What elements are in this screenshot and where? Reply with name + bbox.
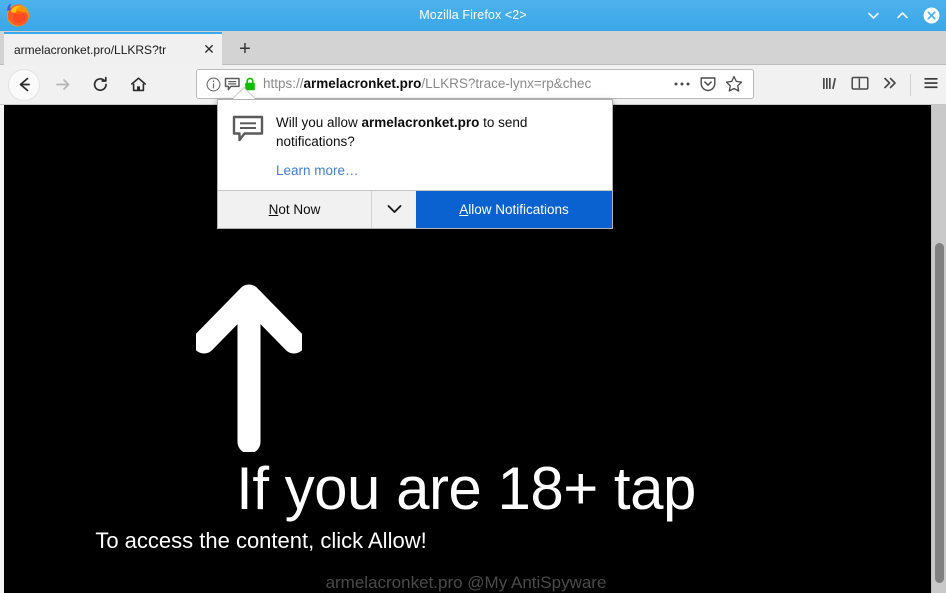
window-controls xyxy=(865,0,940,31)
scrollbar-thumb[interactable] xyxy=(935,243,944,583)
url-path: /LLKRS?trace-lynx=rp&chec xyxy=(421,76,592,91)
library-button[interactable] xyxy=(815,70,845,100)
ellipsis-icon[interactable] xyxy=(669,72,695,96)
up-arrow-icon xyxy=(192,280,306,454)
chevron-double-right-icon xyxy=(880,73,900,98)
not-now-button[interactable]: Not Now xyxy=(218,191,371,228)
forward-arrow-icon xyxy=(53,75,72,94)
url-bar[interactable]: https://armelacronket.pro/LLKRS?trace-ly… xyxy=(196,69,754,99)
chevron-down-icon xyxy=(387,201,402,219)
sidebar-button[interactable] xyxy=(845,70,875,100)
home-icon xyxy=(129,75,148,94)
doorhanger-body: Will you allow armelacronket.pro to send… xyxy=(218,100,612,190)
firefox-window: Mozilla Firefox <2> armelacronket.pro/LL… xyxy=(0,0,946,593)
url-text: https://armelacronket.pro/LLKRS?trace-ly… xyxy=(263,75,669,93)
page-subline: To access the content, click Allow! xyxy=(95,528,427,553)
home-button[interactable] xyxy=(122,69,154,101)
hamburger-menu-icon xyxy=(921,73,941,98)
permission-question: Will you allow armelacronket.pro to send… xyxy=(276,113,598,151)
toolbar-right-tools xyxy=(815,65,946,105)
notification-bubble-icon xyxy=(232,113,268,180)
browser-tab[interactable]: armelacronket.pro/LLKRS?tr ✕ xyxy=(4,32,222,65)
allow-notifications-button[interactable]: Allow Notifications xyxy=(416,191,612,228)
doorhanger-actions: Not Now Allow Notifications xyxy=(218,190,612,228)
title-bar: Mozilla Firefox <2> xyxy=(0,0,946,31)
minimize-button[interactable] xyxy=(865,7,882,24)
watermark: armelacronket.pro @My AntiSpyware xyxy=(325,573,607,592)
close-icon[interactable]: ✕ xyxy=(200,41,218,59)
app-menu-button[interactable] xyxy=(916,70,946,100)
question-host: armelacronket.pro xyxy=(361,115,480,130)
toolbar-separator xyxy=(910,74,911,96)
url-host: armelacronket.pro xyxy=(303,76,422,91)
doorhanger-dropmarker-button[interactable] xyxy=(371,191,416,228)
reload-button[interactable] xyxy=(84,69,116,101)
page-headline: If you are 18+ tap xyxy=(236,455,696,522)
not-now-accesskey: N xyxy=(268,202,279,217)
back-button[interactable] xyxy=(8,68,40,101)
notification-permission-dialog: Will you allow armelacronket.pro to send… xyxy=(217,99,613,229)
tab-title: armelacronket.pro/LLKRS?tr xyxy=(14,42,167,57)
pocket-icon[interactable] xyxy=(695,72,721,96)
not-now-rest: ot Now xyxy=(278,202,321,217)
question-prefix: Will you allow xyxy=(276,115,362,130)
info-circle-icon[interactable] xyxy=(204,75,223,94)
url-scheme: https:// xyxy=(263,76,304,91)
allow-rest: llow Notifications xyxy=(468,202,569,217)
doorhanger-text-column: Will you allow armelacronket.pro to send… xyxy=(268,113,598,180)
library-icon xyxy=(820,73,840,98)
close-button[interactable] xyxy=(923,7,940,24)
learn-more-link[interactable]: Learn more… xyxy=(276,163,359,178)
vertical-scrollbar[interactable] xyxy=(931,105,946,593)
doorhanger-pointer xyxy=(233,88,255,99)
sidebar-icon xyxy=(850,73,870,98)
maximize-button[interactable] xyxy=(894,7,911,24)
back-arrow-icon xyxy=(15,75,34,94)
reload-icon xyxy=(91,75,110,94)
tab-strip: armelacronket.pro/LLKRS?tr ✕ + xyxy=(0,31,946,65)
forward-button[interactable] xyxy=(46,69,78,101)
allow-accesskey: A xyxy=(459,202,469,217)
new-tab-button[interactable]: + xyxy=(231,36,259,62)
overflow-button[interactable] xyxy=(875,70,905,100)
window-title: Mozilla Firefox <2> xyxy=(419,8,527,22)
star-icon[interactable] xyxy=(721,72,747,96)
allow-notifications-label: Allow Notifications xyxy=(459,202,569,217)
not-now-label: Not Now xyxy=(269,202,321,217)
